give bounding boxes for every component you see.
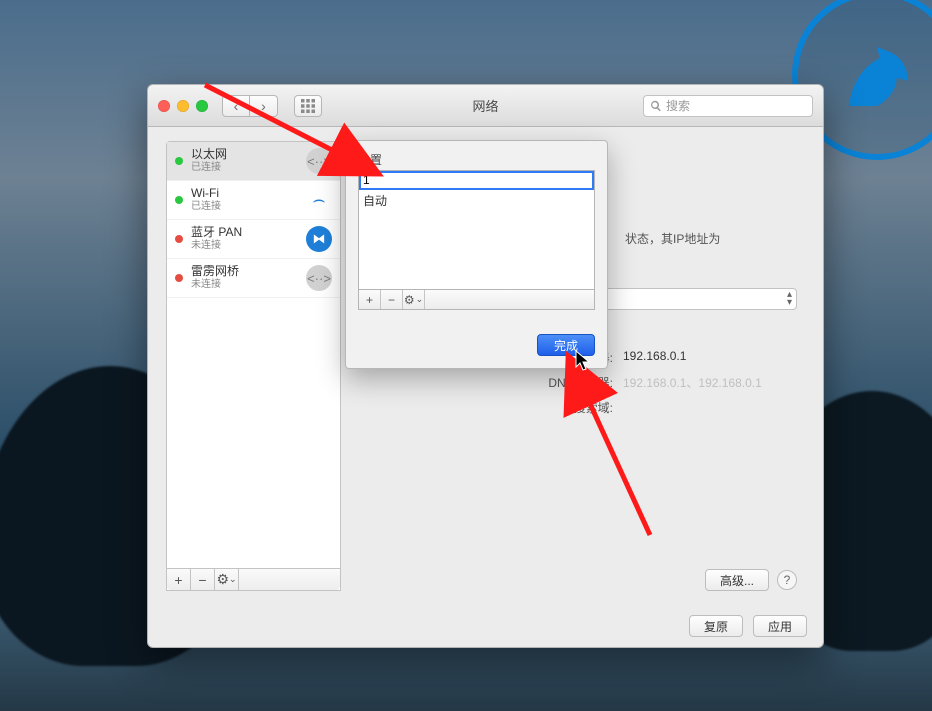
search-input[interactable] xyxy=(666,99,821,113)
search-field[interactable] xyxy=(643,95,813,117)
status-tail-text: 状态，其IP地址为 xyxy=(625,230,720,247)
interface-status: 未连接 xyxy=(191,240,298,252)
dns-label: DNS服务器: xyxy=(353,374,613,391)
cursor-icon xyxy=(575,350,591,377)
add-location-button[interactable]: + xyxy=(359,290,381,309)
sidebar-item-thunderbolt-bridge[interactable]: 雷雳网桥 未连接 <··> xyxy=(167,259,340,298)
chevron-down-icon: ⌄ xyxy=(416,294,424,305)
revert-button[interactable]: 复原 xyxy=(689,615,743,637)
sidebar-actions-button[interactable]: ⚙⌄ xyxy=(215,569,239,590)
minimize-button[interactable] xyxy=(177,100,189,112)
sidebar-item-ethernet[interactable]: 以太网 已连接 <··> xyxy=(167,142,340,181)
location-sheet: 位置 自动 + − ⚙ ⌄ 完成 xyxy=(345,140,608,369)
advanced-button[interactable]: 高级... xyxy=(705,569,769,591)
help-button[interactable]: ? xyxy=(777,570,797,590)
titlebar: ‹ › 网络 xyxy=(148,85,823,127)
window-title: 网络 xyxy=(472,96,498,115)
interface-name: 雷雳网桥 xyxy=(191,265,298,279)
location-row-auto[interactable]: 自动 xyxy=(359,190,594,211)
search-icon xyxy=(650,100,662,112)
gear-icon: ⚙ xyxy=(216,571,229,588)
location-actions-button[interactable]: ⚙ ⌄ xyxy=(403,290,425,309)
dns-value: 192.168.0.1、192.168.0.1 xyxy=(623,374,762,391)
interfaces-list: 以太网 已连接 <··> Wi-Fi 已连接 ⌢ xyxy=(167,142,340,568)
location-name-input[interactable] xyxy=(359,171,594,190)
interface-name: 蓝牙 PAN xyxy=(191,226,298,240)
interface-name: 以太网 xyxy=(191,148,298,162)
location-list: 自动 xyxy=(358,170,595,290)
wifi-icon: ⌢ xyxy=(312,189,325,212)
status-dot-icon xyxy=(175,157,183,165)
status-dot-icon xyxy=(175,274,183,282)
back-button[interactable]: ‹ xyxy=(222,95,250,117)
status-dot-icon xyxy=(175,196,183,204)
interfaces-sidebar: 以太网 已连接 <··> Wi-Fi 已连接 ⌢ xyxy=(166,141,341,591)
apply-button[interactable]: 应用 xyxy=(753,615,807,637)
interface-status: 未连接 xyxy=(191,279,298,291)
select-stepper-icon: ▴▾ xyxy=(787,291,792,307)
zoom-button[interactable] xyxy=(196,100,208,112)
gear-icon: ⚙ xyxy=(404,293,415,307)
remove-location-button[interactable]: − xyxy=(381,290,403,309)
window-controls xyxy=(158,100,208,112)
status-dot-icon xyxy=(175,235,183,243)
ethernet-icon: <··> xyxy=(306,148,332,174)
remove-interface-button[interactable]: − xyxy=(191,569,215,590)
location-label: 位置 xyxy=(358,151,595,168)
add-interface-button[interactable]: + xyxy=(167,569,191,590)
interface-name: Wi-Fi xyxy=(191,187,298,201)
interface-status: 已连接 xyxy=(191,162,298,174)
interface-status: 已连接 xyxy=(191,201,298,213)
close-button[interactable] xyxy=(158,100,170,112)
sidebar-item-wifi[interactable]: Wi-Fi 已连接 ⌢ xyxy=(167,181,340,220)
show-all-button[interactable] xyxy=(294,95,322,117)
nav-buttons: ‹ › xyxy=(222,95,278,117)
bluetooth-icon: ⧓ xyxy=(306,226,332,252)
thunderbolt-icon: <··> xyxy=(306,265,332,291)
forward-button[interactable]: › xyxy=(250,95,278,117)
sidebar-item-bluetooth-pan[interactable]: 蓝牙 PAN 未连接 ⧓ xyxy=(167,220,340,259)
sidebar-toolbar: + − ⚙⌄ xyxy=(167,568,340,590)
search-domain-label: 搜索域: xyxy=(353,399,613,416)
window-footer: 复原 应用 xyxy=(148,605,823,647)
router-value: 192.168.0.1 xyxy=(623,349,686,366)
location-toolbar: + − ⚙ ⌄ xyxy=(358,290,595,310)
